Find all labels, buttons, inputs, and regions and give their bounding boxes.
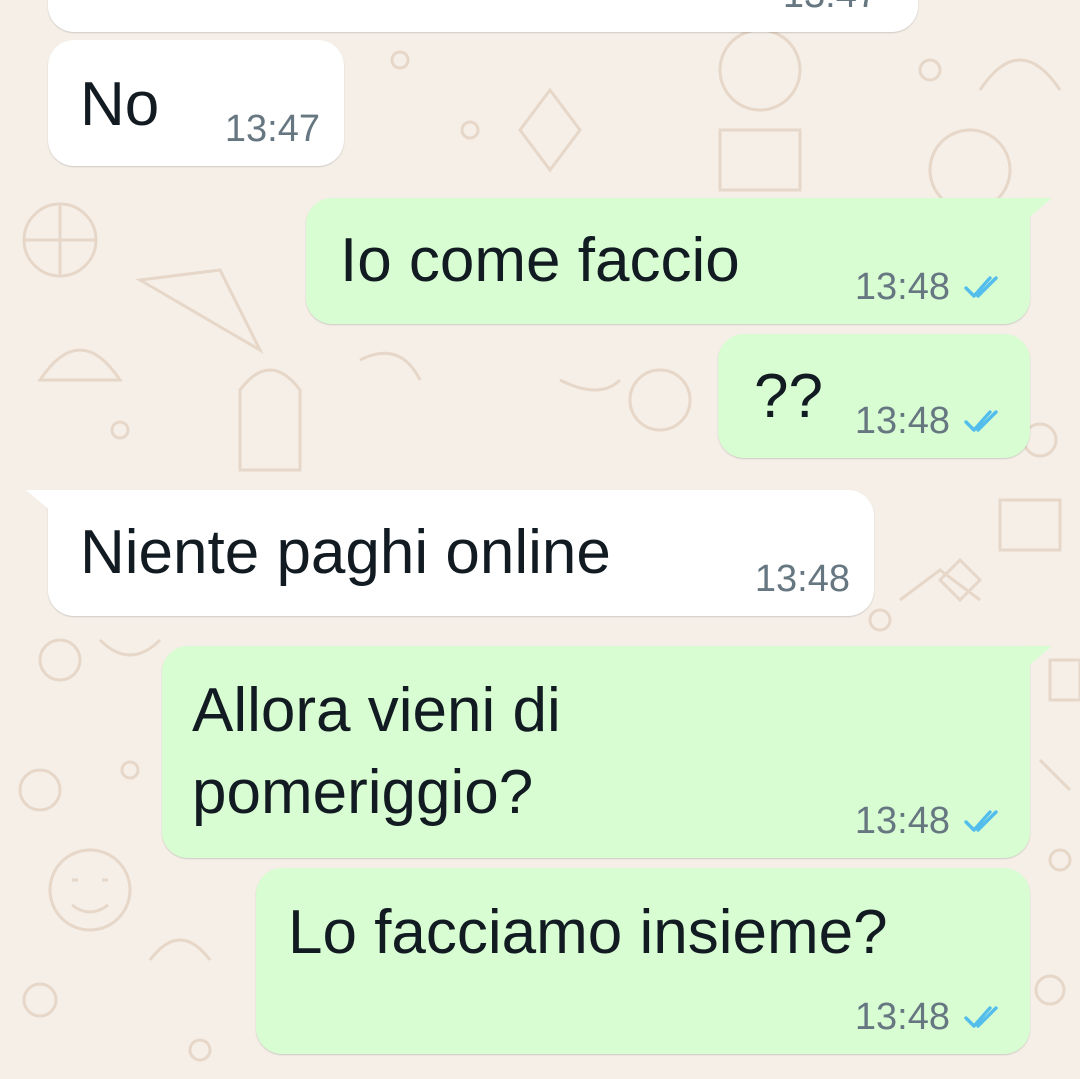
message-text: Niente paghi online — [80, 518, 611, 587]
message-bubble-outgoing[interactable]: ?? 13:48 — [718, 334, 1030, 458]
bubble-tail — [1026, 646, 1052, 668]
message-text: pomeriggio? — [192, 758, 534, 827]
message-bubble-outgoing[interactable]: Io come faccio 13:48 — [306, 198, 1030, 324]
message-text: Lo facciamo insieme? — [288, 898, 888, 967]
message-time: 13:48 — [754, 558, 850, 600]
message-meta: 13:48 — [855, 268, 1004, 306]
message-meta: 13:48 — [855, 998, 1004, 1036]
message-bubble-outgoing[interactable]: Allora vieni di pomeriggio? 13:48 — [162, 646, 1030, 858]
message-list: 13:47 No 13:47 Io come faccio 13:48 ?? 1… — [0, 0, 1080, 1079]
double-check-icon — [964, 1004, 1004, 1030]
message-meta: 13:48 — [855, 402, 1004, 440]
message-meta: 13:48 — [855, 802, 1004, 840]
message-meta: 13:48 — [755, 560, 850, 598]
bubble-tail — [26, 490, 52, 512]
message-meta: 13:47 — [225, 110, 320, 148]
message-text: No — [80, 70, 160, 139]
message-bubble-incoming[interactable]: 13:47 — [48, 0, 918, 32]
message-time: 13:47 — [783, 0, 878, 14]
message-time: 13:48 — [854, 400, 950, 442]
message-bubble-outgoing[interactable]: Lo facciamo insieme? 13:48 — [256, 868, 1030, 1054]
message-text: Allora vieni di — [192, 676, 561, 745]
message-time: 13:48 — [854, 266, 950, 308]
message-time: 13:48 — [854, 996, 950, 1038]
message-bubble-incoming[interactable]: No 13:47 — [48, 40, 344, 166]
double-check-icon — [964, 274, 1004, 300]
bubble-tail — [1026, 198, 1052, 220]
message-time: 13:47 — [224, 108, 320, 150]
message-bubble-incoming[interactable]: Niente paghi online 13:48 — [48, 490, 874, 616]
message-text: ?? — [754, 362, 823, 431]
message-text: Io come faccio — [340, 226, 740, 295]
double-check-icon — [964, 808, 1004, 834]
message-time: 13:48 — [854, 800, 950, 842]
double-check-icon — [964, 408, 1004, 434]
message-meta: 13:47 — [783, 0, 878, 14]
